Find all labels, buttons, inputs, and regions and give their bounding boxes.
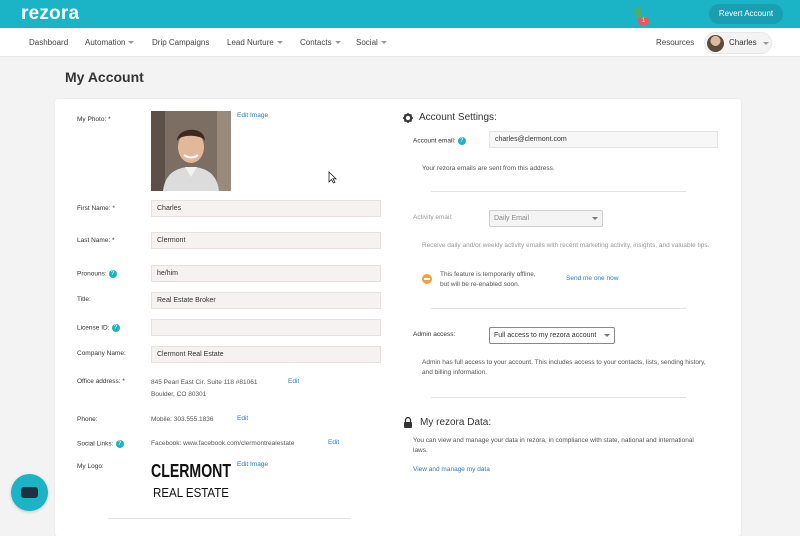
social-label: Social Links:? [77,440,124,448]
company-label: Company Name: [77,350,126,357]
account-email-field[interactable]: charles@clermont.com [489,131,718,148]
offline-note-line1: This feature is temporarily offline, [440,271,536,278]
chevron-down-icon [763,42,769,45]
admin-note: Admin has full access to your account. T… [422,359,706,376]
chevron-down-icon [276,41,283,45]
nav-drip-campaigns[interactable]: Drip Campaigns [152,28,209,57]
avatar [707,35,724,52]
send-now-link[interactable]: Send me one now [566,275,618,282]
view-data-link[interactable]: View and manage my data [413,466,490,473]
account-email-label: Account email:? [413,137,466,145]
email-note: Your rezora emails are sent from this ad… [422,165,555,172]
divider [431,191,686,192]
first-name-label: First Name: * [77,205,115,212]
nav-lead-nurture[interactable]: Lead Nurture [227,28,283,57]
last-name-label: Last Name: * [77,237,115,244]
admin-access-label: Admin access: [413,331,456,338]
notification-count-badge: 1 [638,17,649,25]
user-menu[interactable]: Charles [704,32,772,54]
divider [431,308,686,309]
chat-support-button[interactable] [11,474,48,511]
profile-photo-image [151,111,231,191]
nav-dashboard[interactable]: Dashboard [29,28,68,57]
page-title: My Account [65,69,144,85]
pronouns-label: Pronouns:? [77,270,117,278]
license-label: License ID:? [77,324,120,332]
info-icon[interactable]: ? [115,440,124,448]
edit-social-link[interactable]: Edit [328,439,339,446]
activity-email-select: Daily Email [489,210,603,227]
chevron-down-icon [380,41,387,45]
divider [431,397,686,398]
title-label: Title: [77,296,91,303]
last-name-field[interactable]: Clermont [151,232,381,249]
admin-access-select[interactable]: Full access to my rezora account [489,327,615,344]
office-address-line2: Boulder, CO 80301 [151,391,207,398]
lock-icon [404,417,412,428]
title-field[interactable]: Real Estate Broker [151,292,381,309]
rezora-logo[interactable]: rezora [21,3,79,25]
info-icon[interactable]: ? [111,324,120,332]
my-data-note: You can view and manage your data in rez… [413,437,694,454]
license-field[interactable] [151,319,381,336]
office-label: Office address: * [77,378,125,385]
logo-wordmark: CLERMONT [151,461,231,481]
mouse-cursor-icon [328,171,337,184]
activity-email-label: Activity email: [413,214,453,221]
offline-note-line2: but will be re-enabled soon. [440,281,520,288]
chevron-down-icon [334,41,341,45]
chevron-down-icon [592,217,598,220]
company-field[interactable]: Clermont Real Estate [151,346,381,363]
nav-resources[interactable]: Resources [656,28,694,57]
edit-address-link[interactable]: Edit [288,378,299,385]
company-logo-image: CLERMONT REAL ESTATE [151,461,231,500]
office-address-line1: 845 Pearl East Cir. Suite 118 #81061 [151,379,258,386]
social-value: Facebook: www.facebook.com/clermontreale… [151,440,295,447]
nav-contacts[interactable]: Contacts [300,28,341,57]
chevron-down-icon [604,334,610,337]
phone-label: Phone: [77,416,98,423]
info-icon[interactable]: ? [457,137,466,145]
divider [108,518,351,519]
photo-label: My Photo: * [77,116,111,123]
profile-photo [151,111,231,191]
edit-phone-link[interactable]: Edit [237,415,248,422]
logo-label: My Logo: [77,463,104,470]
first-name-field[interactable]: Charles [151,200,381,217]
edit-logo-link[interactable]: Edit Image [237,461,268,468]
edit-photo-link[interactable]: Edit Image [237,112,268,119]
top-bar: rezora Revert Account [0,0,800,28]
chevron-down-icon [128,41,135,45]
warning-icon [422,274,432,284]
revert-account-button[interactable]: Revert Account [709,4,783,24]
activity-note: Receive daily and/or weekly activity ema… [422,242,710,249]
gear-icon [403,113,413,123]
account-settings-title: Account Settings: [419,112,497,123]
logo-subtitle: REAL ESTATE [153,485,229,500]
user-name: Charles [729,38,757,47]
my-data-title: My rezora Data: [420,417,492,428]
nav-social[interactable]: Social [356,28,387,57]
phone-value: Mobile: 303.555.1836 [151,416,214,423]
nav-automation[interactable]: Automation [85,28,135,57]
pronouns-field[interactable]: he/him [151,265,381,282]
main-nav: Dashboard Automation Drip Campaigns Lead… [0,28,800,57]
info-icon[interactable]: ? [108,270,117,278]
